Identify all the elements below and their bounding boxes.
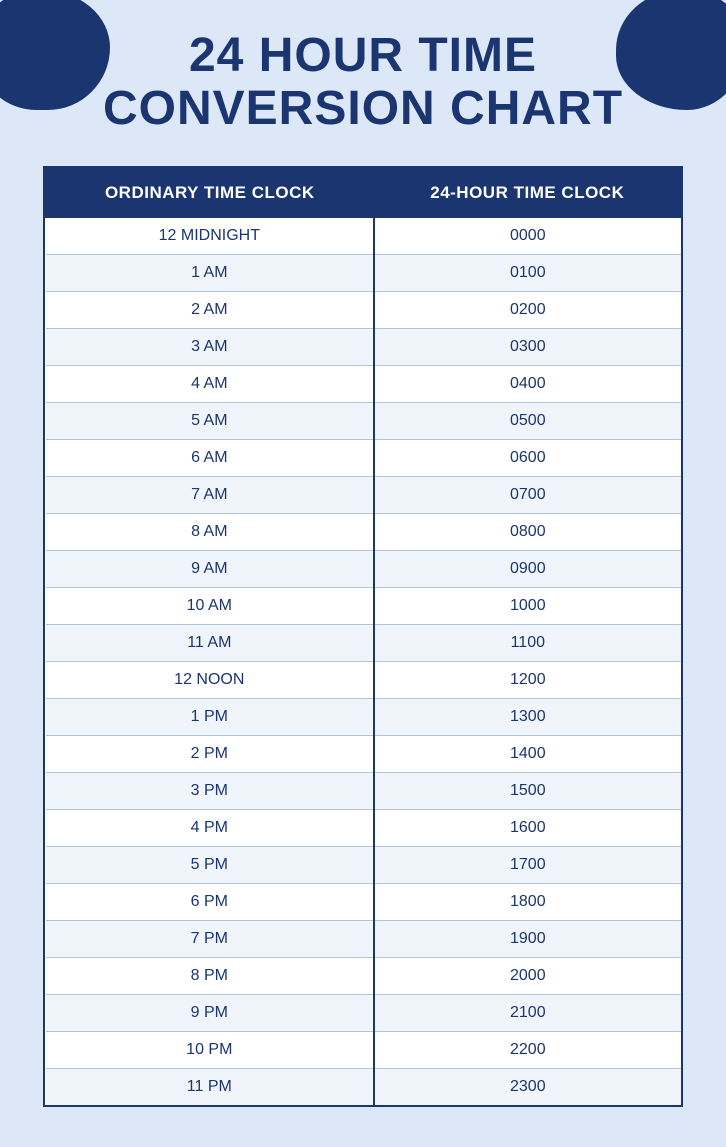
cell-military: 0400 [374, 365, 680, 402]
conversion-table: ORDINARY TIME CLOCK 24-HOUR TIME CLOCK 1… [45, 168, 681, 1105]
table-row: 3 AM0300 [46, 328, 681, 365]
cell-military: 0200 [374, 291, 680, 328]
cell-military: 1900 [374, 920, 680, 957]
cell-ordinary: 3 PM [46, 772, 375, 809]
table-row: 1 AM0100 [46, 254, 681, 291]
table-row: 3 PM1500 [46, 772, 681, 809]
table-row: 5 PM1700 [46, 846, 681, 883]
cell-military: 0800 [374, 513, 680, 550]
cell-ordinary: 11 AM [46, 624, 375, 661]
table-row: 11 PM2300 [46, 1068, 681, 1105]
table-row: 12 MIDNIGHT0000 [46, 217, 681, 254]
cell-ordinary: 6 AM [46, 439, 375, 476]
table-row: 8 PM2000 [46, 957, 681, 994]
table-row: 2 AM0200 [46, 291, 681, 328]
cell-military: 0900 [374, 550, 680, 587]
col-header-military: 24-HOUR TIME CLOCK [374, 168, 680, 217]
cell-military: 1600 [374, 809, 680, 846]
cell-military: 0000 [374, 217, 680, 254]
cell-military: 0100 [374, 254, 680, 291]
table-row: 8 AM0800 [46, 513, 681, 550]
cell-military: 2200 [374, 1031, 680, 1068]
cell-ordinary: 9 AM [46, 550, 375, 587]
cell-ordinary: 12 MIDNIGHT [46, 217, 375, 254]
cell-ordinary: 3 AM [46, 328, 375, 365]
cell-military: 1200 [374, 661, 680, 698]
table-row: 1 PM1300 [46, 698, 681, 735]
cell-military: 2100 [374, 994, 680, 1031]
cell-military: 1100 [374, 624, 680, 661]
table-row: 9 AM0900 [46, 550, 681, 587]
cell-ordinary: 8 AM [46, 513, 375, 550]
cell-military: 0500 [374, 402, 680, 439]
cell-ordinary: 4 AM [46, 365, 375, 402]
table-row: 7 PM1900 [46, 920, 681, 957]
cell-ordinary: 10 AM [46, 587, 375, 624]
table-body: 12 MIDNIGHT00001 AM01002 AM02003 AM03004… [46, 217, 681, 1105]
cell-ordinary: 12 NOON [46, 661, 375, 698]
cell-ordinary: 5 AM [46, 402, 375, 439]
cell-ordinary: 1 PM [46, 698, 375, 735]
cell-ordinary: 1 AM [46, 254, 375, 291]
page-wrapper: 24 HOUR TIME CONVERSION CHART ORDINARY T… [0, 0, 726, 1147]
title-line2: CONVERSION CHART [103, 82, 623, 135]
table-row: 4 PM1600 [46, 809, 681, 846]
table-row: 6 AM0600 [46, 439, 681, 476]
cell-ordinary: 11 PM [46, 1068, 375, 1105]
cell-military: 2300 [374, 1068, 680, 1105]
cell-military: 1500 [374, 772, 680, 809]
cell-ordinary: 7 AM [46, 476, 375, 513]
cell-military: 0300 [374, 328, 680, 365]
main-title: 24 HOUR TIME CONVERSION CHART [103, 30, 623, 136]
table-row: 4 AM0400 [46, 365, 681, 402]
cell-ordinary: 8 PM [46, 957, 375, 994]
cell-military: 1300 [374, 698, 680, 735]
title-line1: 24 HOUR TIME [189, 29, 537, 82]
table-row: 9 PM2100 [46, 994, 681, 1031]
table-row: 6 PM1800 [46, 883, 681, 920]
cell-ordinary: 9 PM [46, 994, 375, 1031]
cell-military: 1000 [374, 587, 680, 624]
table-row: 11 AM1100 [46, 624, 681, 661]
cell-ordinary: 4 PM [46, 809, 375, 846]
table-header-row: ORDINARY TIME CLOCK 24-HOUR TIME CLOCK [46, 168, 681, 217]
cell-ordinary: 2 AM [46, 291, 375, 328]
cell-military: 2000 [374, 957, 680, 994]
table-row: 5 AM0500 [46, 402, 681, 439]
cell-ordinary: 10 PM [46, 1031, 375, 1068]
table-row: 10 PM2200 [46, 1031, 681, 1068]
cell-military: 0600 [374, 439, 680, 476]
cell-military: 1700 [374, 846, 680, 883]
table-row: 7 AM0700 [46, 476, 681, 513]
cell-military: 0700 [374, 476, 680, 513]
cell-ordinary: 7 PM [46, 920, 375, 957]
conversion-table-container: ORDINARY TIME CLOCK 24-HOUR TIME CLOCK 1… [43, 166, 683, 1107]
table-row: 10 AM1000 [46, 587, 681, 624]
table-row: 12 NOON1200 [46, 661, 681, 698]
title-section: 24 HOUR TIME CONVERSION CHART [63, 30, 663, 136]
cell-ordinary: 5 PM [46, 846, 375, 883]
cell-ordinary: 6 PM [46, 883, 375, 920]
col-header-ordinary: ORDINARY TIME CLOCK [46, 168, 375, 217]
cell-military: 1800 [374, 883, 680, 920]
table-row: 2 PM1400 [46, 735, 681, 772]
cell-ordinary: 2 PM [46, 735, 375, 772]
cell-military: 1400 [374, 735, 680, 772]
